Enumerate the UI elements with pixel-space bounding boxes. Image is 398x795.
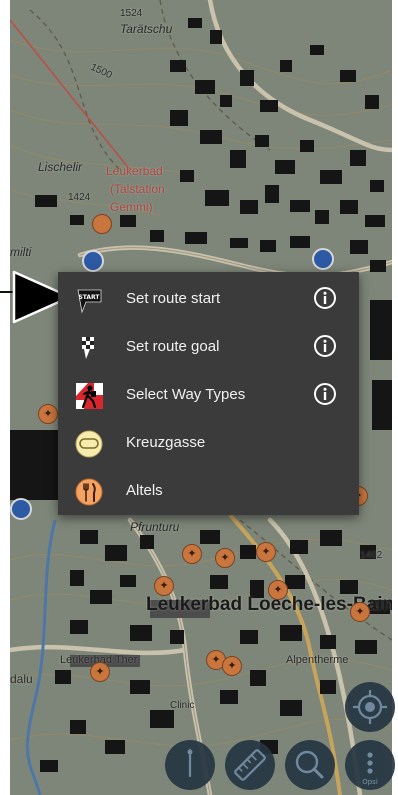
restaurant-marker[interactable]: ✦ [350, 602, 370, 622]
restaurant-marker[interactable]: ✦ [182, 544, 202, 564]
place-label-milti: milti [10, 245, 32, 259]
search-icon [295, 750, 324, 779]
info-icon[interactable] [313, 334, 337, 358]
menu-item-set-route-start[interactable]: START Set route start [58, 274, 359, 322]
restaurant-marker[interactable]: ✦ [154, 576, 174, 596]
crosshair-icon [353, 690, 387, 724]
bus-stop-marker[interactable] [82, 250, 104, 272]
menu-item-label: Set route goal [126, 338, 220, 355]
place-label-clinic: Clinic [170, 700, 195, 711]
station-label-line1: Leukerbad [106, 164, 163, 178]
tours-button[interactable] [165, 740, 215, 790]
restaurant-marker[interactable]: ✦ [38, 404, 58, 424]
menu-item-label: Set route start [126, 290, 221, 307]
restaurant-marker[interactable]: ✦ [90, 662, 110, 682]
place-label-dalu: dalu [10, 672, 33, 686]
restaurant-marker[interactable]: ✦ [268, 580, 288, 600]
place-label-alpentherme: Alpentherme [286, 654, 349, 666]
ruler-icon [234, 749, 266, 781]
restaurant-marker[interactable]: ✦ [256, 542, 276, 562]
station-label-line2: (Talstation [110, 182, 165, 196]
elevation-label: 1424 [68, 192, 91, 203]
start-flag-icon: START [77, 289, 102, 314]
place-label-taratschu: Tarätschu [120, 22, 173, 36]
more-options-button[interactable]: Opsi [345, 740, 395, 790]
poi-marker[interactable] [92, 214, 112, 234]
measure-button[interactable] [225, 740, 275, 790]
fab-label: Opsi [362, 778, 378, 786]
menu-item-label: Kreuzgasse [126, 434, 206, 451]
map-context-menu: START Set route start Set route goal Sel… [58, 272, 359, 515]
my-location-button[interactable] [345, 682, 395, 732]
hiking-pole-icon [187, 748, 193, 778]
elevation-label: 1524 [120, 8, 143, 19]
menu-item-altels[interactable]: Altels [58, 466, 359, 514]
svg-text:START: START [78, 294, 100, 301]
restaurant-marker[interactable]: ✦ [215, 548, 235, 568]
hiker-icon [76, 383, 103, 409]
restaurant-icon [75, 478, 103, 506]
info-icon[interactable] [313, 382, 337, 406]
menu-item-label: Altels [126, 482, 163, 499]
menu-item-label: Select Way Types [126, 386, 246, 403]
bus-stop-marker[interactable] [312, 248, 334, 270]
bus-stop-icon [75, 430, 103, 458]
search-button[interactable] [285, 740, 335, 790]
menu-item-set-route-goal[interactable]: Set route goal [58, 322, 359, 370]
menu-item-select-way-types[interactable]: Select Way Types [58, 370, 359, 418]
checkered-flag-icon [82, 337, 94, 359]
station-label-line3: Gemmi) [110, 200, 153, 214]
place-label-lischelir: Lischelir [38, 160, 83, 174]
menu-item-kreuzgasse[interactable]: Kreuzgasse [58, 418, 359, 466]
elevation-label: 1402 [360, 550, 383, 561]
info-icon[interactable] [313, 286, 337, 310]
restaurant-marker[interactable]: ✦ [222, 656, 242, 676]
place-label-pfrunturu: Pfrunturu [130, 520, 180, 534]
bus-stop-marker[interactable] [10, 498, 32, 520]
